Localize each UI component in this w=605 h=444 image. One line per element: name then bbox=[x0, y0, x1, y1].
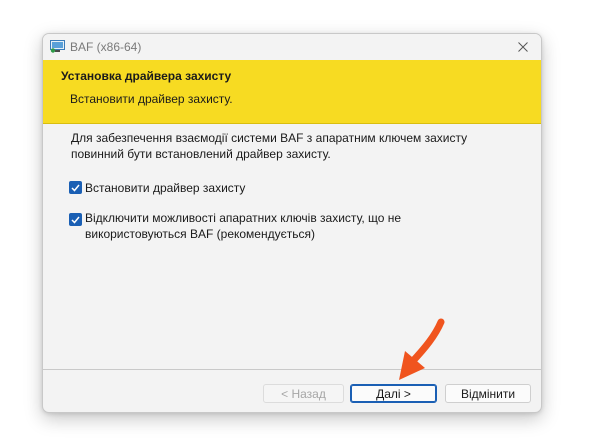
footer-separator bbox=[43, 369, 541, 370]
install-driver-label: Встановити драйвер захисту bbox=[85, 181, 246, 195]
app-icon bbox=[50, 40, 65, 53]
disable-keys-label: Відключити можливості апаратних ключів з… bbox=[85, 211, 402, 241]
close-icon bbox=[518, 42, 528, 52]
cancel-button[interactable]: Відмінити bbox=[445, 384, 531, 403]
title-bar[interactable]: BAF (x86-64) bbox=[43, 34, 541, 60]
back-button[interactable]: < Назад bbox=[263, 384, 344, 403]
close-button[interactable] bbox=[505, 34, 541, 60]
checkmark-icon bbox=[71, 184, 80, 192]
window-title: BAF (x86-64) bbox=[70, 40, 142, 54]
installer-window: BAF (x86-64) Установка драйвера захисту … bbox=[42, 33, 542, 413]
banner-subtitle: Встановити драйвер захисту. bbox=[70, 92, 233, 106]
next-button[interactable]: Далі > bbox=[350, 384, 437, 403]
description-text: Для забезпечення взаємодії системи BAF з… bbox=[71, 131, 468, 161]
install-driver-checkbox[interactable] bbox=[69, 181, 82, 194]
install-driver-option[interactable]: Встановити драйвер захисту bbox=[69, 180, 505, 196]
disable-keys-option[interactable]: Відключити можливості апаратних ключів з… bbox=[69, 210, 505, 242]
checkmark-icon bbox=[71, 216, 80, 224]
content-area: Для забезпечення взаємодії системи BAF з… bbox=[43, 124, 541, 364]
banner-title: Установка драйвера захисту bbox=[61, 69, 232, 83]
disable-keys-checkbox[interactable] bbox=[69, 213, 82, 226]
header-banner: Установка драйвера захисту Встановити др… bbox=[43, 60, 541, 124]
